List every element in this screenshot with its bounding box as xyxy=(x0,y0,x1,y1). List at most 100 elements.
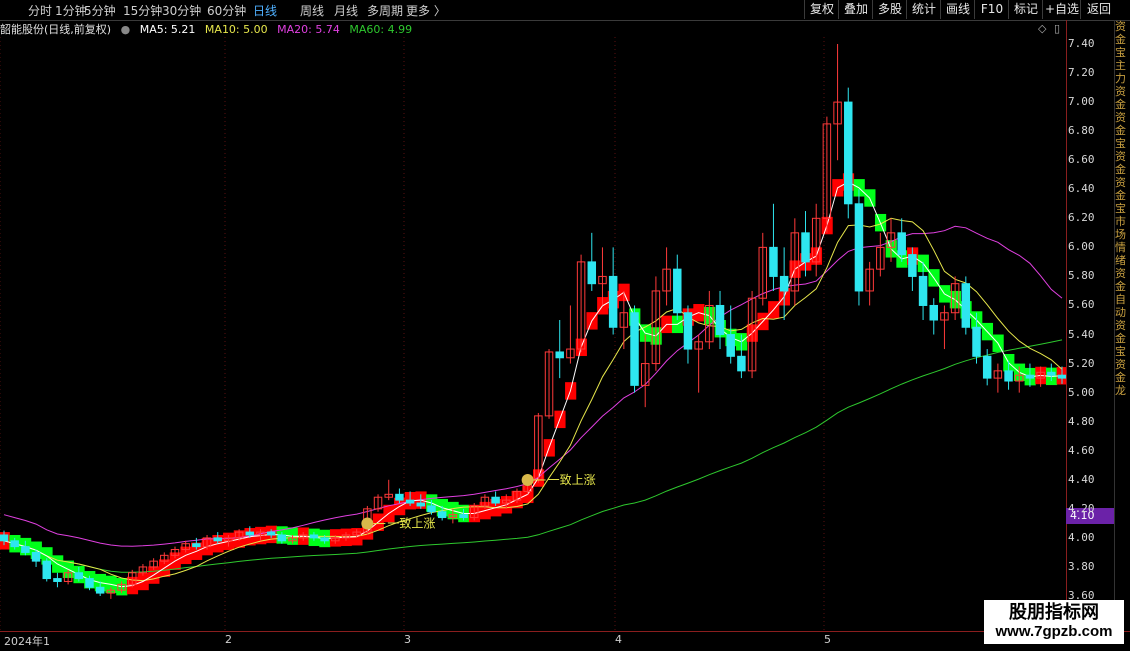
candle-body xyxy=(844,101,853,205)
candle-body xyxy=(769,246,778,277)
diamond-icon[interactable]: ◇ xyxy=(1038,22,1046,35)
tab-7[interactable]: 周线 xyxy=(300,2,324,19)
price-tick: 7.00 xyxy=(1068,95,1095,109)
window-restore-icon[interactable]: ▯ xyxy=(1054,22,1060,35)
indicator-legend: 韶能股份(日线,前复权) ● MA5: 5.21 MA10: 5.00 MA20… xyxy=(0,21,418,37)
candle-body xyxy=(245,531,255,536)
candle-body xyxy=(0,534,9,542)
candle-body xyxy=(673,268,682,314)
candle-body xyxy=(85,578,94,588)
candle-body xyxy=(416,502,426,507)
candle-body xyxy=(608,275,618,328)
price-tick: 4.80 xyxy=(1068,414,1095,428)
candle-body xyxy=(1004,370,1013,382)
toolbar-button-5[interactable]: F10 xyxy=(974,0,1009,19)
watermark-title: 股朋指标网 xyxy=(1009,602,1099,622)
stock-title[interactable]: 韶能股份(日线,前复权) xyxy=(0,23,111,36)
candle-body xyxy=(555,351,564,359)
money-bag-icon xyxy=(361,517,374,530)
tab-2[interactable]: 5分钟 xyxy=(84,2,116,19)
candle-body xyxy=(437,511,447,519)
candle-body xyxy=(309,534,319,539)
candlestick-chart[interactable]: 一致上涨一致上涨 xyxy=(0,37,1066,631)
tab-6[interactable]: 日线 xyxy=(253,2,277,19)
price-tick: 5.40 xyxy=(1068,327,1095,341)
toolbar-button-1[interactable]: 叠加 xyxy=(838,0,873,19)
candle-body xyxy=(491,496,500,504)
candle-body xyxy=(972,326,981,357)
ma10-value: MA10: 5.00 xyxy=(204,23,268,36)
side-text-strip: 资金宝主力资金资金宝资金资金宝市场情绪资金自动资金宝资金龙 xyxy=(1114,20,1130,632)
tab-0[interactable]: 分时 xyxy=(28,2,52,19)
candle-body xyxy=(74,572,84,580)
annotation-label: 一致上涨 xyxy=(387,516,435,531)
tab-1[interactable]: 1分钟 xyxy=(55,2,87,19)
candle-body xyxy=(982,355,992,379)
candle-body xyxy=(630,312,639,386)
price-tick: 6.80 xyxy=(1068,124,1095,138)
date-month-label: 2 xyxy=(225,633,232,646)
tab-10[interactable]: 更多 〉 xyxy=(406,2,446,19)
price-tick: 3.80 xyxy=(1068,559,1095,573)
price-tick: 5.00 xyxy=(1068,385,1095,399)
ma20-value: MA20: 5.74 xyxy=(277,23,340,36)
price-tick: 7.20 xyxy=(1068,66,1095,80)
candle-body xyxy=(320,537,329,542)
candle-body xyxy=(726,334,735,357)
date-axis: 2024年1 2 3 4 5 xyxy=(0,631,1130,651)
candle-body xyxy=(587,261,597,285)
candle-body xyxy=(42,560,51,580)
toolbar-button-0[interactable]: 复权 xyxy=(804,0,839,19)
price-tick: 4.00 xyxy=(1068,530,1095,544)
price-tick: 6.60 xyxy=(1068,153,1095,167)
price-tick: 4.60 xyxy=(1068,443,1095,457)
candle-body xyxy=(192,543,201,548)
watermark: 股朋指标网 www.7gpzb.com xyxy=(984,600,1124,644)
tab-9[interactable]: 多周期 xyxy=(367,2,403,19)
candle-body xyxy=(31,551,41,562)
toolbar-button-6[interactable]: 标记 xyxy=(1008,0,1043,19)
ma10-line xyxy=(3,217,1063,582)
candle-body xyxy=(405,499,415,504)
ma5-value: MA5: 5.21 xyxy=(139,23,196,36)
candle-body xyxy=(213,537,222,542)
tab-4[interactable]: 30分钟 xyxy=(162,2,201,19)
candle-body xyxy=(918,275,928,306)
money-bag-icon xyxy=(521,473,534,486)
candle-body xyxy=(459,514,468,519)
toolbar-button-7[interactable]: +自选 xyxy=(1042,0,1081,19)
settings-icon[interactable]: ● xyxy=(121,23,131,36)
candle-body xyxy=(1047,371,1056,376)
date-year-label: 2024年1 xyxy=(4,635,50,648)
tab-5[interactable]: 60分钟 xyxy=(207,2,246,19)
price-tick: 5.80 xyxy=(1068,269,1095,283)
candle-body xyxy=(53,578,62,582)
period-toolbar: 分时 1分钟 5分钟 15分钟 30分钟 60分钟 日线 周线 月线 多周期 更多 〉 复权 叠加 多股统… xyxy=(0,0,1130,21)
price-tick: 5.20 xyxy=(1068,356,1095,370)
date-month-label: 4 xyxy=(615,633,622,646)
candle-body xyxy=(277,534,287,542)
candle-body xyxy=(1025,374,1035,379)
candle-body xyxy=(897,232,906,256)
toolbar-button-2[interactable]: 多股 xyxy=(872,0,907,19)
candle-body xyxy=(779,275,789,292)
candle-body xyxy=(1057,374,1066,379)
tab-3[interactable]: 15分钟 xyxy=(123,2,162,19)
candle-body xyxy=(854,203,864,292)
annotation-label: 一致上涨 xyxy=(548,472,596,487)
candle-body xyxy=(715,304,725,336)
candle-body xyxy=(683,312,693,350)
candle-body xyxy=(427,505,436,513)
price-tick: 3.60 xyxy=(1068,589,1095,602)
candle-body xyxy=(929,304,938,321)
toolbar-button-8[interactable]: 返回 xyxy=(1080,0,1117,19)
candle-body xyxy=(961,283,971,328)
tab-8[interactable]: 月线 xyxy=(334,2,358,19)
watermark-url: www.7gpzb.com xyxy=(995,623,1113,640)
toolbar-button-4[interactable]: 画线 xyxy=(940,0,975,19)
toolbar-button-3[interactable]: 统计 xyxy=(906,0,941,19)
candle-body xyxy=(908,254,917,277)
price-tick: 5.60 xyxy=(1068,298,1095,312)
candle-body xyxy=(395,493,404,501)
price-tick: 6.00 xyxy=(1068,240,1095,254)
